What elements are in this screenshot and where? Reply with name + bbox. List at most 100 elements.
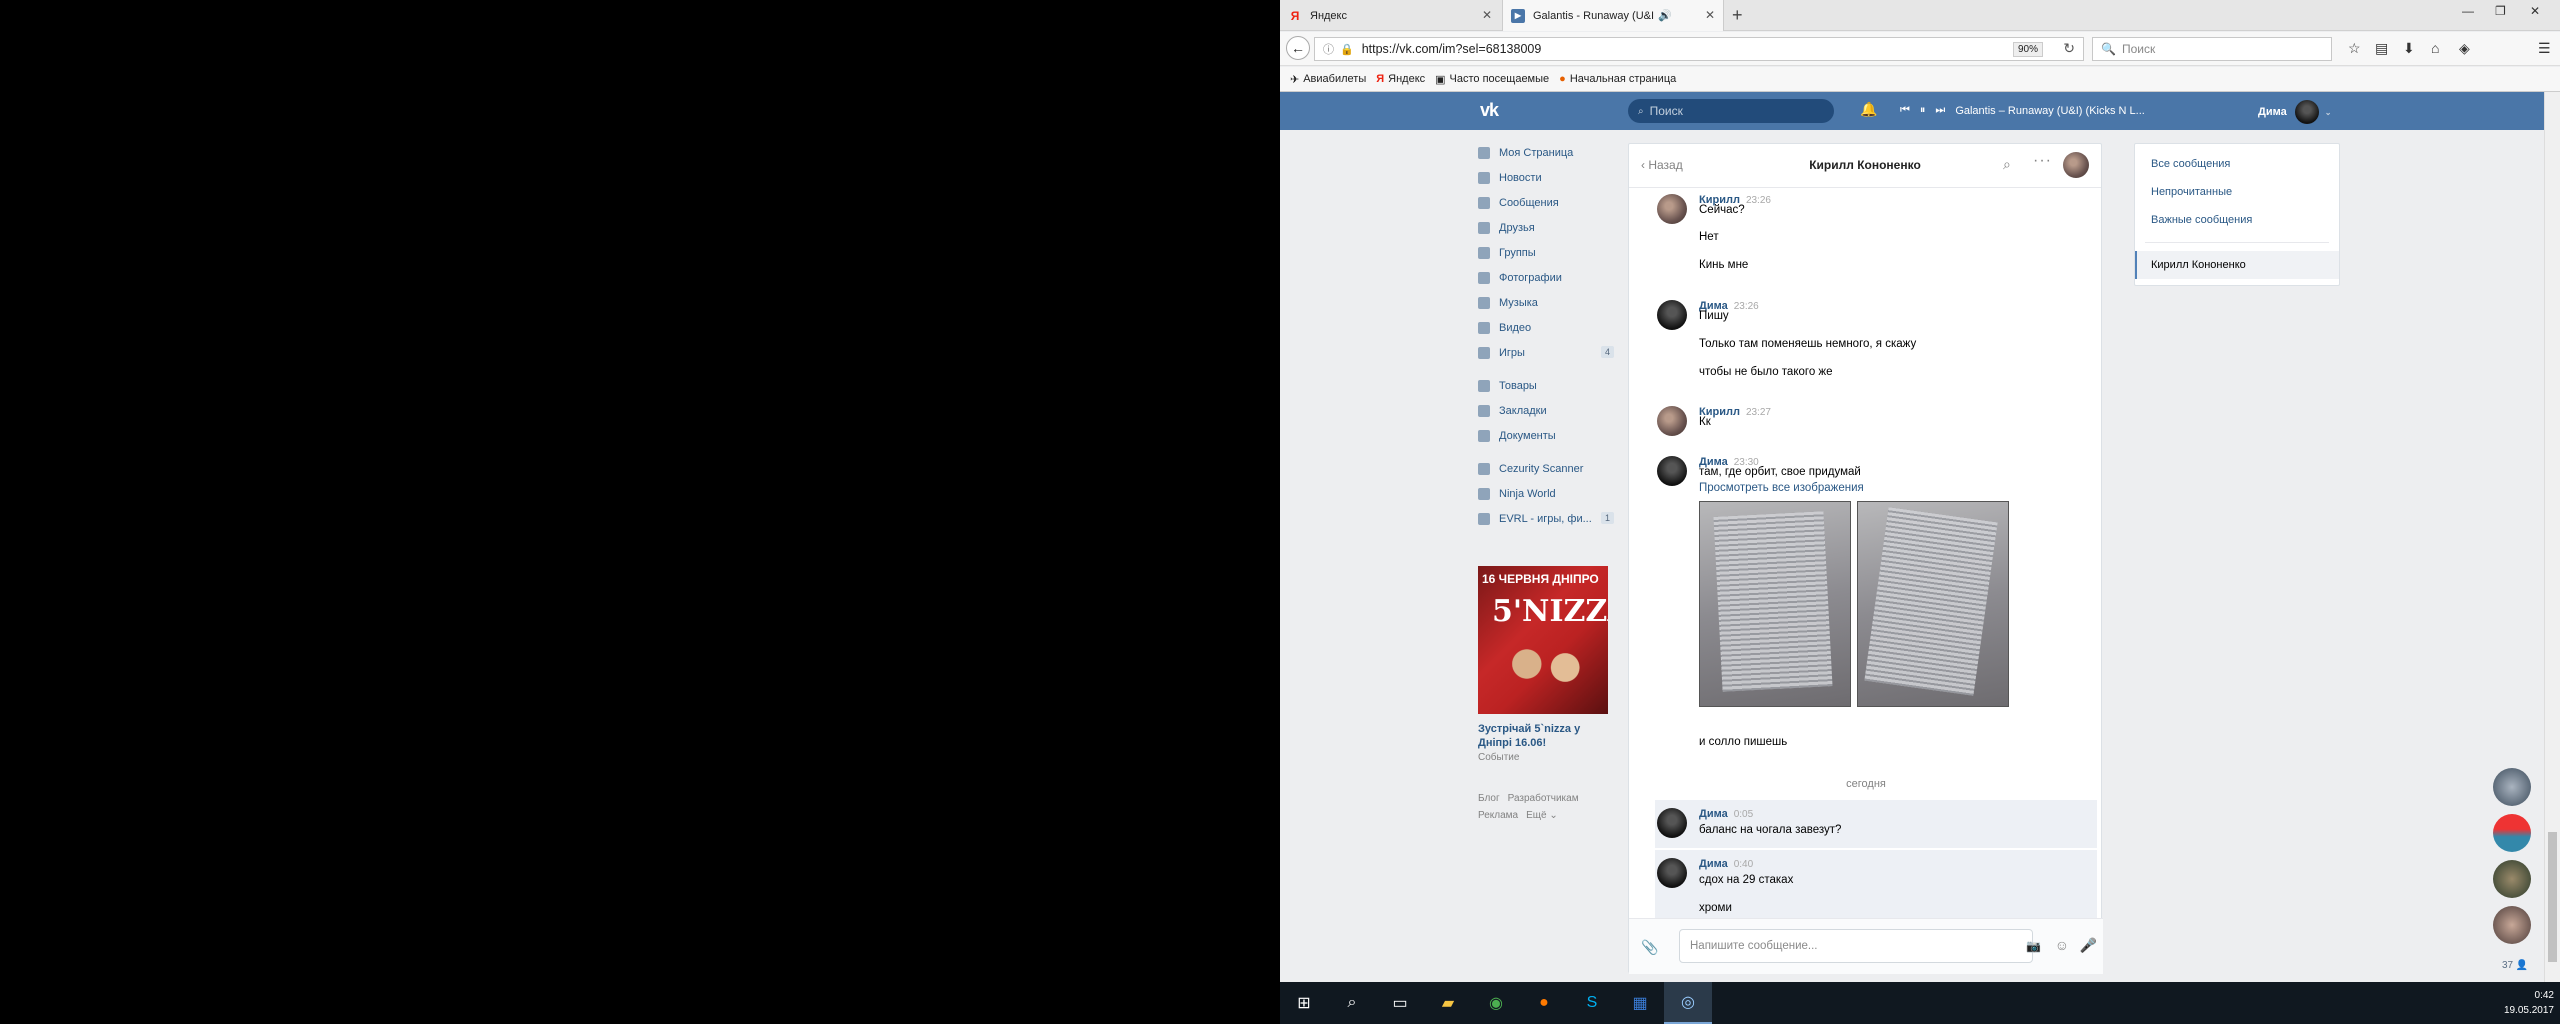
browser-search-input[interactable]: 🔍 Поиск <box>2092 37 2332 61</box>
back-button[interactable]: ← <box>1286 36 1310 60</box>
menu-documents[interactable]: Документы <box>1478 423 1628 448</box>
footer-dev[interactable]: Разработчикам <box>1508 793 1579 804</box>
document-photo <box>1713 511 1833 692</box>
tab-yandex[interactable]: Я Яндекс ✕ <box>1280 0 1500 31</box>
vk-logo[interactable]: vk <box>1480 100 1512 122</box>
footer-ads[interactable]: Реклама <box>1478 810 1518 821</box>
active-dialog[interactable]: Кирилл Кононенко <box>2135 251 2339 279</box>
footer-more[interactable]: Ещё ⌄ <box>1526 810 1558 821</box>
avatar[interactable] <box>1657 406 1687 436</box>
zoom-indicator[interactable]: 90% <box>2012 42 2043 57</box>
bookmark-start[interactable]: ● Начальная страница <box>1559 73 1676 85</box>
bookmark-frequent[interactable]: ▣ Часто посещаемые <box>1435 73 1549 86</box>
system-clock[interactable]: 0:42 19.05.2017 <box>2504 988 2554 1018</box>
track-title[interactable]: Galantis – Runaway (U&I) (Kicks N L... <box>1955 105 2145 117</box>
windows-start-icon[interactable]: ⊞ <box>1280 982 1328 1024</box>
app-icon[interactable]: ▦ <box>1616 982 1664 1024</box>
attached-photo[interactable] <box>1857 501 2009 707</box>
close-tab-icon[interactable]: ✕ <box>1482 8 1492 22</box>
home-icon[interactable]: ⌂ <box>2431 40 2439 56</box>
avatar[interactable] <box>1657 300 1687 330</box>
avatar[interactable] <box>2063 152 2089 178</box>
menu-games[interactable]: Игры 4 <box>1478 340 1628 365</box>
avatar[interactable] <box>1657 456 1687 486</box>
menu-bookmarks[interactable]: Закладки <box>1478 398 1628 423</box>
skype-icon[interactable]: S <box>1568 982 1616 1024</box>
footer-blog[interactable]: Блог <box>1478 793 1500 804</box>
camera-icon[interactable]: 📷 <box>2026 939 2041 953</box>
chat-avatar[interactable] <box>2493 768 2531 806</box>
file-explorer-icon[interactable]: ▰ <box>1424 982 1472 1024</box>
download-icon[interactable]: ⬇ <box>2403 40 2415 57</box>
restore-icon[interactable]: ❐ <box>2495 4 2506 18</box>
bookmark-star-icon[interactable]: ☆ <box>2348 40 2361 57</box>
menu-icon[interactable]: ☰ <box>2538 40 2551 57</box>
sender-name[interactable]: Дима 0:05 <box>1699 808 1753 820</box>
prev-track-icon[interactable]: ⏮ <box>1900 104 1910 117</box>
pocket-icon[interactable]: ◈ <box>2459 40 2470 57</box>
filter-all-messages[interactable]: Все сообщения <box>2135 150 2339 178</box>
pause-icon[interactable]: ⏸ <box>1920 104 1926 117</box>
sender-name[interactable]: Дима 0:40 <box>1699 858 1753 870</box>
message-text: Кк <box>1699 416 1711 428</box>
ad-block[interactable]: 16 ЧЕРВНЯ ДНІПРО 5'NIZZA Зустрічай 5`niz… <box>1478 566 1608 763</box>
info-icon[interactable]: ⓘ <box>1323 41 1334 57</box>
next-track-icon[interactable]: ⏭ <box>1935 104 1945 117</box>
more-icon[interactable]: ··· <box>2033 152 2052 170</box>
chat-avatar[interactable] <box>2493 814 2531 852</box>
menu-photos[interactable]: Фотографии <box>1478 265 1628 290</box>
message-input[interactable]: Напишите сообщение... <box>1679 929 2033 963</box>
task-view-icon[interactable]: ▭ <box>1376 982 1424 1024</box>
vk-search-input[interactable]: ⌕ Поиск <box>1628 99 1834 123</box>
tab-galantis[interactable]: ▶ Galantis - Runaway (U&I 🔊 ✕ <box>1502 0 1724 31</box>
search-icon[interactable]: ⌕ <box>2003 156 2011 173</box>
attached-photo[interactable] <box>1699 501 1851 707</box>
menu-music[interactable]: Музыка <box>1478 290 1628 315</box>
ad-image[interactable]: 16 ЧЕРВНЯ ДНІПРО 5'NIZZA <box>1478 566 1608 714</box>
user-menu[interactable]: Дима ⌄ <box>2258 100 2331 124</box>
url-bar[interactable]: ⓘ 🔒 https://vk.com/im?sel=68138009 90% ↻ <box>1314 37 2084 61</box>
bell-icon[interactable]: 🔔 <box>1860 101 1877 118</box>
menu-messages[interactable]: Сообщения <box>1478 190 1628 215</box>
close-window-icon[interactable]: ✕ <box>2530 4 2540 18</box>
menu-goods[interactable]: Товары <box>1478 373 1628 398</box>
bookmark-yandex[interactable]: Я Яндекс <box>1376 73 1425 85</box>
menu-app-evrl[interactable]: EVRL - игры, фи... 1 <box>1478 506 1628 531</box>
chrome-icon[interactable]: ◉ <box>1472 982 1520 1024</box>
avatar[interactable] <box>1657 194 1687 224</box>
avatar[interactable] <box>1657 858 1687 888</box>
paperclip-icon[interactable]: 📎 <box>1641 939 1658 956</box>
online-count[interactable]: 37 👤 <box>2502 960 2528 971</box>
firefox-icon[interactable]: ● <box>1520 982 1568 1024</box>
microphone-icon[interactable]: 🎤 <box>2080 937 2097 954</box>
menu-news[interactable]: Новости <box>1478 165 1628 190</box>
ad-subtitle: Событие <box>1478 752 1520 763</box>
menu-video[interactable]: Видео <box>1478 315 1628 340</box>
url-text[interactable]: https://vk.com/im?sel=68138009 <box>1362 42 1542 56</box>
chat-title[interactable]: Кирилл Кононенко <box>1629 158 2101 172</box>
menu-my-page[interactable]: Моя Страница <box>1478 140 1628 165</box>
audio-icon[interactable]: 🔊 <box>1658 9 1672 22</box>
library-icon[interactable]: ▤ <box>2375 40 2388 57</box>
bookmark-aviabilety[interactable]: ✈ Авиабилеты <box>1290 73 1366 86</box>
search-icon[interactable]: ⌕ <box>1328 982 1376 1024</box>
reload-icon[interactable]: ↻ <box>2063 40 2075 57</box>
menu-app-ninja[interactable]: Ninja World <box>1478 481 1628 506</box>
avatar[interactable] <box>1657 808 1687 838</box>
smile-icon[interactable]: ☺ <box>2055 937 2069 953</box>
steam-icon[interactable]: ◎ <box>1664 982 1712 1024</box>
chat-avatar[interactable] <box>2493 860 2531 898</box>
filter-important[interactable]: Важные сообщения <box>2135 206 2339 234</box>
filter-unread[interactable]: Непрочитанные <box>2135 178 2339 206</box>
page-scrollbar[interactable] <box>2544 92 2560 982</box>
view-all-images-link[interactable]: Просмотреть все изображения <box>1699 482 1864 494</box>
close-tab-icon[interactable]: ✕ <box>1705 8 1715 22</box>
menu-friends[interactable]: Друзья <box>1478 215 1628 240</box>
chat-avatar[interactable] <box>2493 906 2531 944</box>
minimize-icon[interactable]: — <box>2462 4 2474 18</box>
menu-app-cezurity[interactable]: Cezurity Scanner <box>1478 456 1628 481</box>
menu-groups[interactable]: Группы <box>1478 240 1628 265</box>
new-tab-button[interactable]: + <box>1732 5 1743 26</box>
scrollbar-thumb[interactable] <box>2548 832 2557 962</box>
ad-title[interactable]: Зустрічай 5`nizza у Дніпрі 16.06! <box>1478 722 1608 750</box>
